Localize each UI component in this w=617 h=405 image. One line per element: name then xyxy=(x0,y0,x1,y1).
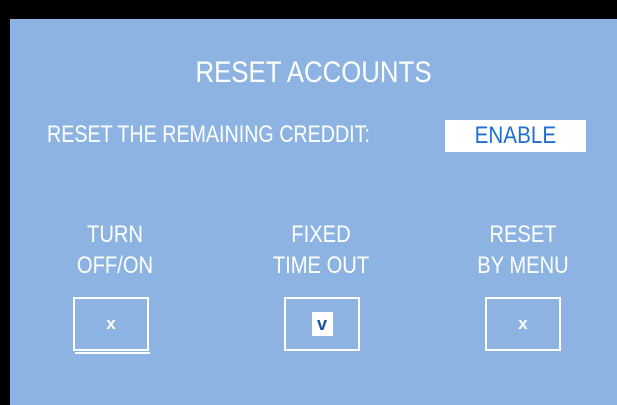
reset-credit-value-button[interactable]: ENABLE xyxy=(445,120,586,152)
option-label-line: FIXED xyxy=(291,221,351,248)
option-label-line: BY MENU xyxy=(477,252,569,279)
checkbox-mark: x xyxy=(106,314,116,333)
x-mark-icon: x xyxy=(75,299,147,349)
reset-credit-value: ENABLE xyxy=(474,122,557,149)
option-label-line: RESET xyxy=(489,221,557,248)
option-label-line: TURN xyxy=(87,221,143,248)
check-mark-icon: v xyxy=(286,299,358,349)
checkbox-turn-off-on[interactable]: x xyxy=(73,297,150,354)
option-label-reset-by-menu: RESET BY MENU xyxy=(456,219,590,281)
x-mark-icon: x xyxy=(487,299,559,349)
page-title: RESET ACCOUNTS xyxy=(195,56,432,89)
option-label-line: TIME OUT xyxy=(272,252,370,279)
checkbox-reset-by-menu[interactable]: x xyxy=(485,297,561,351)
reset-accounts-screen: RESET ACCOUNTS RESET THE REMAINING CREDD… xyxy=(10,19,617,405)
checkbox-fixed-time-out[interactable]: v xyxy=(284,297,360,351)
option-label-turn-off-on: TURN OFF/ON xyxy=(48,219,182,281)
option-label-fixed-time-out: FIXED TIME OUT xyxy=(254,219,388,281)
checkbox-mark: x xyxy=(518,314,528,333)
checkbox-mark: v xyxy=(311,312,333,336)
reset-credit-label: RESET THE REMAINING CREDDIT: xyxy=(47,121,370,148)
option-label-line: OFF/ON xyxy=(76,252,154,279)
